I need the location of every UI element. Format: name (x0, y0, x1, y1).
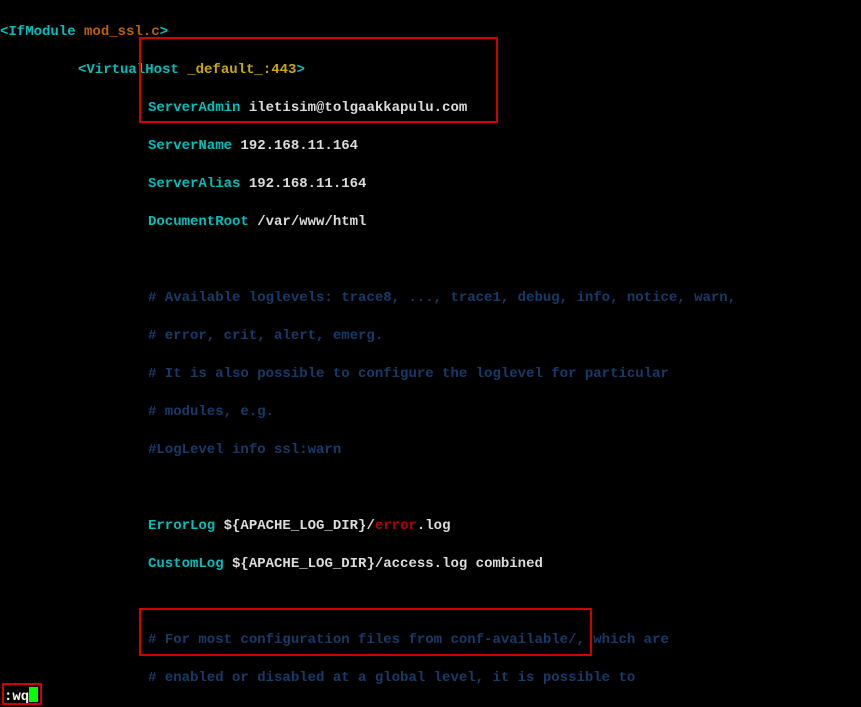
comment-line: # enabled or disabled at a global level,… (148, 670, 635, 686)
comment-line: #LogLevel info ssl:warn (148, 442, 341, 458)
errorlog-error-token: error (375, 518, 417, 534)
errorlog-val2: .log (417, 518, 451, 534)
mod-ssl-arg: mod_ssl.c (84, 24, 160, 40)
vim-command-line[interactable]: :wq (4, 687, 38, 707)
customlog-key: CustomLog (148, 556, 224, 572)
customlog-val: ${APACHE_LOG_DIR}/access.log combined (224, 556, 543, 572)
serveralias-val: 192.168.11.164 (240, 176, 366, 192)
terminal-editor[interactable]: <IfModule mod_ssl.c> <VirtualHost _defau… (0, 0, 861, 707)
tag-close-1: > (160, 24, 168, 40)
wq-command: :wq (4, 689, 29, 705)
serveradmin-key: ServerAdmin (148, 100, 240, 116)
errorlog-key: ErrorLog (148, 518, 215, 534)
cursor-block-icon (29, 687, 38, 702)
documentroot-val: /var/www/html (249, 214, 367, 230)
comment-line: # For most configuration files from conf… (148, 632, 669, 648)
serveradmin-val: iletisim@tolgaakkapulu.com (240, 100, 467, 116)
documentroot-key: DocumentRoot (148, 214, 249, 230)
tag-close-2: > (296, 62, 304, 78)
servername-key: ServerName (148, 138, 232, 154)
comment-line: # It is also possible to configure the l… (148, 366, 669, 382)
comment-line: # modules, e.g. (148, 404, 274, 420)
comment-line: # Available loglevels: trace8, ..., trac… (148, 290, 736, 306)
virtualhost-open-tag: <VirtualHost (78, 62, 187, 78)
serveralias-key: ServerAlias (148, 176, 240, 192)
servername-val: 192.168.11.164 (232, 138, 358, 154)
errorlog-val1: ${APACHE_LOG_DIR}/ (215, 518, 375, 534)
ifmodule-open-tag: <IfModule (0, 24, 84, 40)
virtualhost-arg: _default_:443 (187, 62, 296, 78)
comment-line: # error, crit, alert, emerg. (148, 328, 383, 344)
